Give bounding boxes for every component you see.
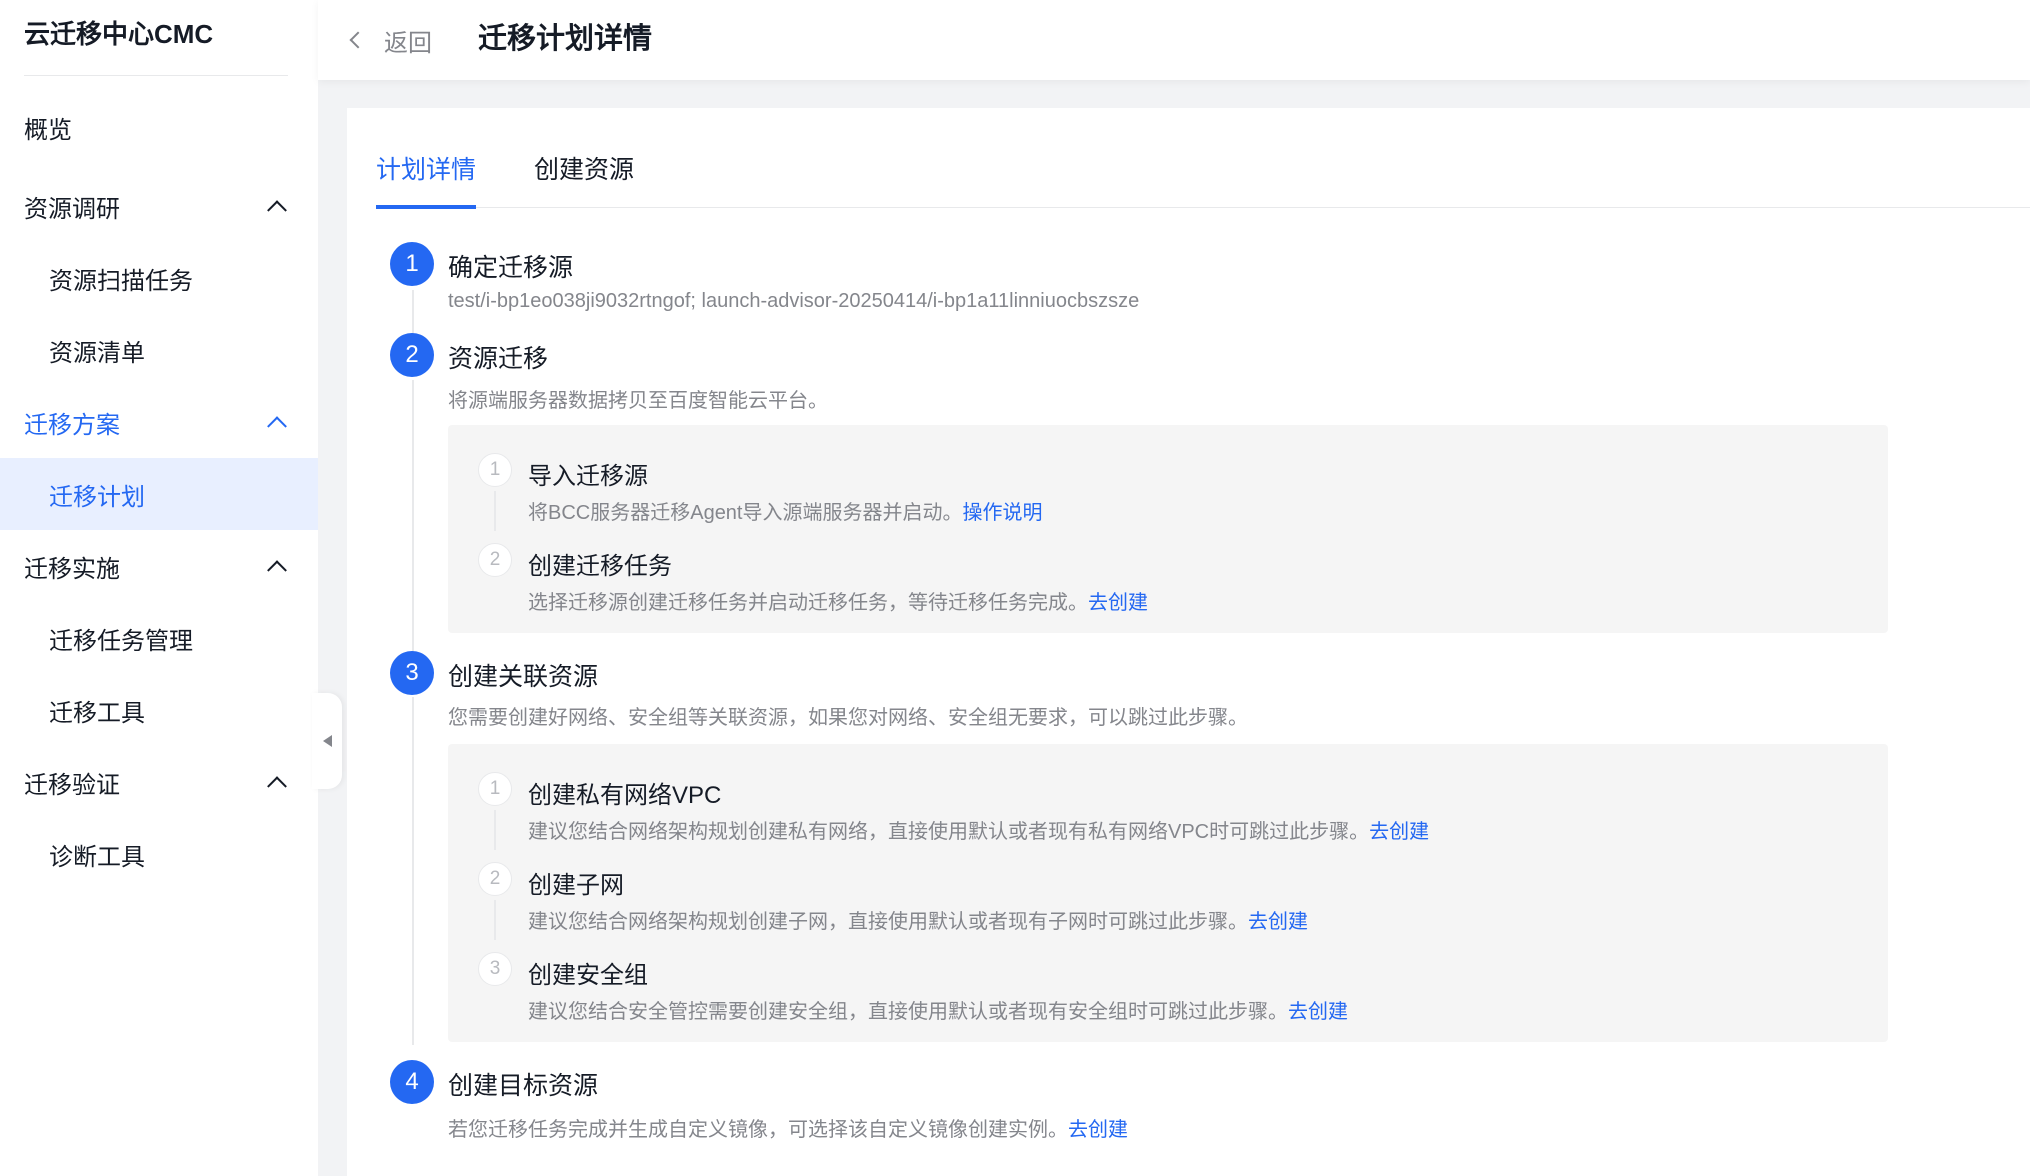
page-header: 返回 迁移计划详情 <box>318 0 2030 80</box>
sidebar-item-diagnostic-tools[interactable]: 诊断工具 <box>0 818 318 890</box>
sidebar-item-label: 概览 <box>24 116 72 144</box>
substep-title: 创建子网 <box>528 872 624 899</box>
tab-label: 创建资源 <box>534 156 635 184</box>
sidebar-item-label: 迁移工具 <box>49 699 145 727</box>
sidebar-item-migration-task-management[interactable]: 迁移任务管理 <box>0 602 318 674</box>
operation-guide-link[interactable]: 操作说明 <box>963 502 1043 524</box>
substep-description: 选择迁移源创建迁移任务并启动迁移任务，等待迁移任务完成。去创建 <box>528 586 1148 615</box>
sidebar-item-label: 迁移方案 <box>24 411 120 439</box>
tab-plan-details[interactable]: 计划详情 <box>376 150 477 209</box>
step-number-badge: 1 <box>390 242 434 286</box>
step-description: test/i-bp1eo038ji9032rtngof; launch-advi… <box>448 290 1140 312</box>
tab-create-resources[interactable]: 创建资源 <box>534 150 634 208</box>
sidebar-item-label: 迁移任务管理 <box>49 627 193 655</box>
create-migration-task-link[interactable]: 去创建 <box>1088 592 1148 614</box>
sidebar-item-label: 迁移计划 <box>49 483 145 511</box>
substep-number-badge: 2 <box>478 862 512 896</box>
substep-title: 导入迁移源 <box>528 463 648 490</box>
substep-connector <box>494 900 496 940</box>
substep-number-badge: 2 <box>478 543 512 577</box>
substep-description: 将BCC服务器迁移Agent导入源端服务器并启动。操作说明 <box>528 496 1043 525</box>
substep-number-badge: 1 <box>478 772 512 806</box>
step-title: 创建目标资源 <box>448 1072 599 1100</box>
step-connector <box>412 290 414 334</box>
step-connector <box>412 380 414 652</box>
substep-panel: 1 创建私有网络VPC 建议您结合网络架构规划创建私有网络，直接使用默认或者现有… <box>448 744 1888 1042</box>
sidebar-item-label: 资源调研 <box>24 195 120 223</box>
substep-description-text: 建议您结合网络架构规划创建子网，直接使用默认或者现有子网时可跳过此步骤。 <box>528 911 1248 933</box>
substep-description-text: 选择迁移源创建迁移任务并启动迁移任务，等待迁移任务完成。 <box>528 592 1088 614</box>
step-number-badge: 4 <box>390 1060 434 1104</box>
sidebar-item-migration-tools[interactable]: 迁移工具 <box>0 674 318 746</box>
step-description: 将源端服务器数据拷贝至百度智能云平台。 <box>448 390 828 412</box>
substep-title: 创建迁移任务 <box>528 553 672 580</box>
chevron-up-icon <box>267 416 287 437</box>
tab-bar: 计划详情 创建资源 <box>376 150 2030 209</box>
create-vpc-link[interactable]: 去创建 <box>1369 821 1429 843</box>
sidebar-collapse-button[interactable] <box>312 693 342 789</box>
sidebar-group-resource-research[interactable]: 资源调研 <box>0 170 318 242</box>
sidebar-item-resource-scan-task[interactable]: 资源扫描任务 <box>0 242 318 314</box>
substep-description: 建议您结合安全管控需要创建安全组，直接使用默认或者现有安全组时可跳过此步骤。去创… <box>528 995 1348 1024</box>
create-target-resource-link[interactable]: 去创建 <box>1068 1119 1128 1141</box>
divider <box>24 75 288 76</box>
back-label: 返回 <box>384 29 432 57</box>
caret-left-icon <box>322 735 332 747</box>
back-button[interactable]: 返回 <box>349 18 432 62</box>
step-connector <box>412 697 414 1045</box>
sidebar-group-migration-plan[interactable]: 迁移方案 <box>0 386 318 458</box>
sidebar-item-resource-list[interactable]: 资源清单 <box>0 314 318 386</box>
substep-title: 创建私有网络VPC <box>528 782 722 809</box>
step-number-badge: 3 <box>390 651 434 695</box>
step-description: 若您迁移任务完成并生成自定义镜像，可选择该自定义镜像创建实例。去创建 <box>448 1113 1128 1142</box>
step-title: 创建关联资源 <box>448 663 599 691</box>
substep-description: 建议您结合网络架构规划创建子网，直接使用默认或者现有子网时可跳过此步骤。去创建 <box>528 905 1308 934</box>
substep-description-text: 将BCC服务器迁移Agent导入源端服务器并启动。 <box>528 502 963 524</box>
sidebar-item-overview[interactable]: 概览 <box>0 91 318 163</box>
chevron-up-icon <box>267 200 287 221</box>
page-title: 迁移计划详情 <box>478 23 653 55</box>
sidebar: 云迁移中心CMC 概览 资源调研 资源扫描任务 资源清单 迁移方案 迁移计划 迁… <box>0 0 318 1176</box>
substep-connector <box>494 810 496 850</box>
chevron-up-icon <box>267 560 287 581</box>
create-subnet-link[interactable]: 去创建 <box>1248 911 1308 933</box>
sidebar-item-label: 迁移验证 <box>24 771 120 799</box>
step-description: 您需要创建好网络、安全组等关联资源，如果您对网络、安全组无要求，可以跳过此步骤。 <box>448 707 1248 729</box>
step-title: 资源迁移 <box>448 345 549 373</box>
sidebar-item-migration-plan[interactable]: 迁移计划 <box>0 458 318 530</box>
create-security-group-link[interactable]: 去创建 <box>1288 1001 1348 1023</box>
substep-number-badge: 1 <box>478 453 512 487</box>
sidebar-item-label: 迁移实施 <box>24 555 120 583</box>
chevron-left-icon <box>349 31 367 49</box>
sidebar-group-migration-verification[interactable]: 迁移验证 <box>0 746 318 818</box>
step-title: 确定迁移源 <box>448 254 574 282</box>
sidebar-item-label: 诊断工具 <box>49 843 145 871</box>
substep-description: 建议您结合网络架构规划创建私有网络，直接使用默认或者现有私有网络VPC时可跳过此… <box>528 815 1429 844</box>
step-description-text: 若您迁移任务完成并生成自定义镜像，可选择该自定义镜像创建实例。 <box>448 1119 1068 1141</box>
sidebar-item-label: 资源扫描任务 <box>49 267 193 295</box>
sidebar-group-migration-implementation[interactable]: 迁移实施 <box>0 530 318 602</box>
substep-description-text: 建议您结合网络架构规划创建私有网络，直接使用默认或者现有私有网络VPC时可跳过此… <box>528 821 1370 843</box>
sidebar-item-label: 资源清单 <box>49 339 145 367</box>
substep-connector <box>494 491 496 531</box>
substep-number-badge: 3 <box>478 952 512 986</box>
substep-panel: 1 导入迁移源 将BCC服务器迁移Agent导入源端服务器并启动。操作说明 2 … <box>448 425 1888 633</box>
substep-title: 创建安全组 <box>528 962 648 989</box>
step-number-badge: 2 <box>390 333 434 377</box>
chevron-up-icon <box>267 776 287 797</box>
app-title: 云迁移中心CMC <box>24 19 214 49</box>
substep-description-text: 建议您结合安全管控需要创建安全组，直接使用默认或者现有安全组时可跳过此步骤。 <box>528 1001 1288 1023</box>
tab-label: 计划详情 <box>376 156 477 184</box>
